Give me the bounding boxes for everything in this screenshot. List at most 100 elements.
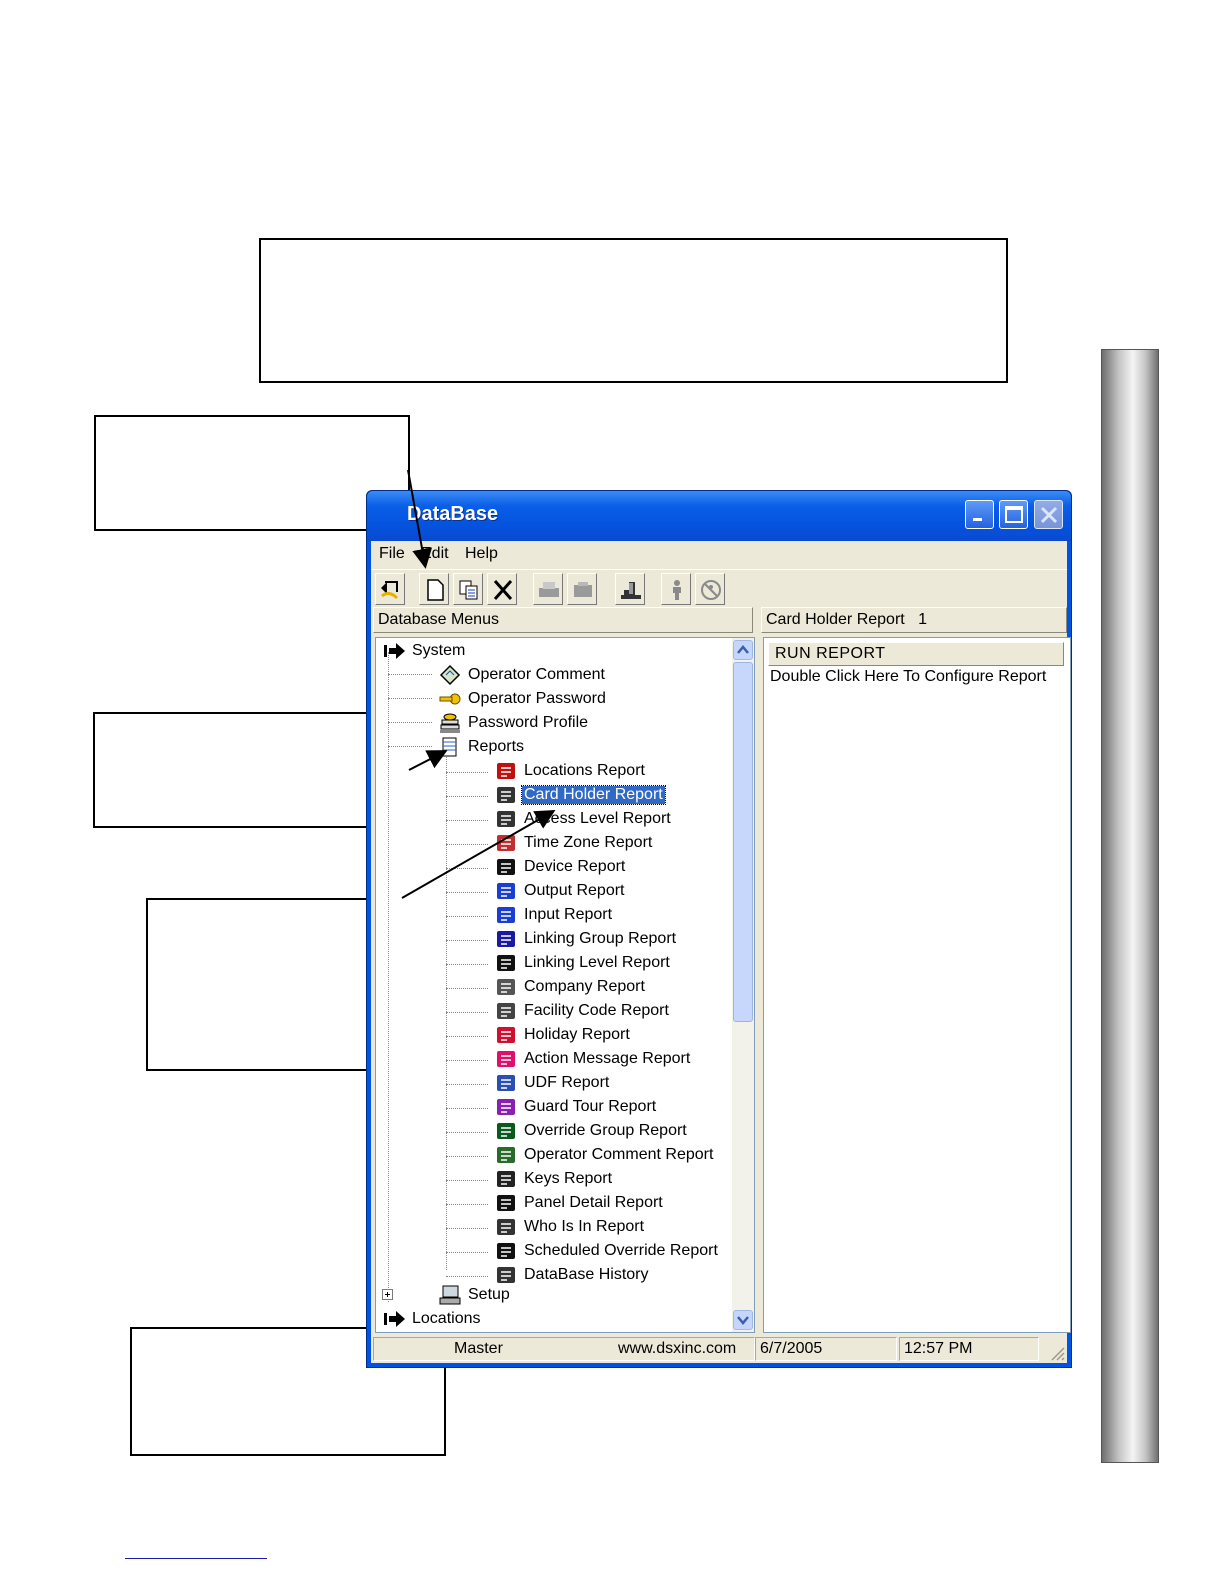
tree-line bbox=[446, 964, 488, 965]
tree-line bbox=[446, 1060, 488, 1061]
delete-button[interactable] bbox=[487, 573, 517, 605]
database-history-icon bbox=[497, 1267, 515, 1283]
menu-file[interactable]: File bbox=[379, 545, 405, 563]
resize-grip-icon[interactable] bbox=[1047, 1343, 1065, 1361]
tree-label: Guard Tour Report bbox=[524, 1098, 657, 1115]
override-group-report-icon bbox=[497, 1123, 515, 1139]
tree-label: Linking Level Report bbox=[524, 954, 670, 971]
action-message-report-icon bbox=[497, 1051, 515, 1067]
close-button[interactable] bbox=[1034, 500, 1063, 529]
linking-group-report-icon bbox=[497, 931, 515, 947]
copy-icon bbox=[459, 580, 478, 600]
tree-label: Override Group Report bbox=[524, 1122, 687, 1139]
scroll-thumb[interactable] bbox=[733, 662, 753, 1022]
tree-label: System bbox=[412, 642, 466, 659]
tree-label: DataBase History bbox=[524, 1266, 649, 1283]
tree-line bbox=[446, 1084, 488, 1085]
scroll-down-button[interactable] bbox=[733, 1310, 753, 1330]
people-button[interactable] bbox=[695, 573, 725, 605]
database-window: DataBase File Edit Help Database Menus C… bbox=[366, 490, 1072, 1368]
run-report-header[interactable]: RUN REPORT bbox=[768, 642, 1064, 666]
tree-line bbox=[388, 674, 432, 675]
arrow-right-icon bbox=[384, 1311, 405, 1327]
tree-label: Action Message Report bbox=[524, 1050, 691, 1067]
minimize-icon bbox=[973, 518, 982, 521]
person-icon bbox=[673, 580, 681, 600]
tree-line bbox=[446, 1012, 488, 1013]
preview-icon bbox=[574, 582, 592, 597]
locations-report-icon bbox=[497, 763, 515, 779]
tree-line bbox=[446, 892, 488, 893]
operator-comment-report-icon bbox=[497, 1147, 515, 1163]
tree-line bbox=[388, 698, 432, 699]
linking-level-report-icon bbox=[497, 955, 515, 971]
tree-line bbox=[446, 940, 488, 941]
tree-label: Facility Code Report bbox=[524, 1002, 669, 1019]
copy-button[interactable] bbox=[453, 573, 483, 605]
maximize-button[interactable] bbox=[999, 500, 1028, 529]
print-icon bbox=[539, 582, 559, 597]
scroll-up-button[interactable] bbox=[733, 640, 753, 660]
tree-label: Keys Report bbox=[524, 1170, 613, 1187]
tree-line bbox=[446, 1036, 488, 1037]
tree-line bbox=[446, 916, 488, 917]
configure-report-row[interactable]: Double Click Here To Configure Report bbox=[770, 668, 1046, 686]
new-record-button[interactable] bbox=[419, 573, 449, 605]
return-icon bbox=[381, 581, 399, 600]
footer-rule bbox=[125, 1558, 267, 1559]
tree-label: Input Report bbox=[524, 906, 613, 923]
tree-label: Locations Report bbox=[524, 762, 645, 779]
output-report-icon bbox=[497, 883, 515, 899]
preview-button[interactable] bbox=[567, 573, 597, 605]
comment-tag-icon bbox=[439, 664, 461, 686]
tree-label: Panel Detail Report bbox=[524, 1194, 663, 1211]
right-panel-title: Card Holder Report 1 bbox=[761, 607, 1067, 633]
tree-label: Scheduled Override Report bbox=[524, 1242, 718, 1259]
delete-icon bbox=[493, 580, 513, 600]
tree-label: Time Zone Report bbox=[524, 834, 653, 851]
guard-tour-report-icon bbox=[497, 1099, 515, 1115]
status-operator-cell: Master www.dsxinc.com bbox=[373, 1337, 755, 1361]
tree-label: Company Report bbox=[524, 978, 645, 995]
person-button[interactable] bbox=[661, 573, 691, 605]
tree-line bbox=[388, 722, 432, 723]
database-menu-tree[interactable]: System Operator Comment Operator Passwor… bbox=[375, 637, 755, 1333]
menu-edit[interactable]: Edit bbox=[421, 545, 449, 563]
tree-line bbox=[446, 1228, 488, 1229]
tree-label: Reports bbox=[468, 738, 525, 755]
company-report-icon bbox=[497, 979, 515, 995]
minimize-button[interactable] bbox=[965, 500, 994, 529]
tree-line bbox=[446, 844, 488, 845]
tree-label: Card Holder Report bbox=[521, 785, 666, 805]
holiday-report-icon bbox=[497, 1027, 515, 1043]
tree-line bbox=[446, 772, 488, 773]
arrow-right-icon bbox=[384, 643, 405, 659]
device-report-icon bbox=[497, 859, 515, 875]
status-time-cell: 12:57 PM bbox=[899, 1337, 1039, 1361]
menu-help[interactable]: Help bbox=[465, 545, 498, 563]
who-is-in-icon bbox=[621, 582, 641, 599]
right-panel-title-text: Card Holder Report 1 bbox=[766, 611, 927, 628]
title-bar[interactable]: DataBase bbox=[367, 491, 1071, 541]
tree-line bbox=[388, 746, 432, 747]
tree-label: Password Profile bbox=[468, 714, 589, 731]
tree-label: Setup bbox=[468, 1286, 510, 1303]
callout-box-reports bbox=[93, 712, 409, 828]
tree-label: Operator Comment Report bbox=[524, 1146, 714, 1163]
access-level-report-icon bbox=[497, 811, 515, 827]
tree-label: Locations bbox=[412, 1310, 481, 1327]
tree-label: Access Level Report bbox=[524, 810, 671, 827]
print-button[interactable] bbox=[533, 573, 563, 605]
tree-scrollbar[interactable] bbox=[732, 638, 754, 1332]
keys-report-icon bbox=[497, 1171, 515, 1187]
facility-code-report-icon bbox=[497, 1003, 515, 1019]
page-side-tab bbox=[1101, 349, 1159, 1463]
return-button[interactable] bbox=[375, 573, 405, 605]
who-is-in-button[interactable] bbox=[615, 573, 645, 605]
tree-line bbox=[446, 1276, 488, 1277]
left-panel-title-text: Database Menus bbox=[378, 611, 499, 628]
tree-line bbox=[446, 748, 447, 1270]
window-client: File Edit Help Database Menus Card Holde… bbox=[371, 541, 1071, 1363]
setup-computer-icon bbox=[439, 1285, 461, 1305]
callout-box-top bbox=[259, 238, 1008, 383]
